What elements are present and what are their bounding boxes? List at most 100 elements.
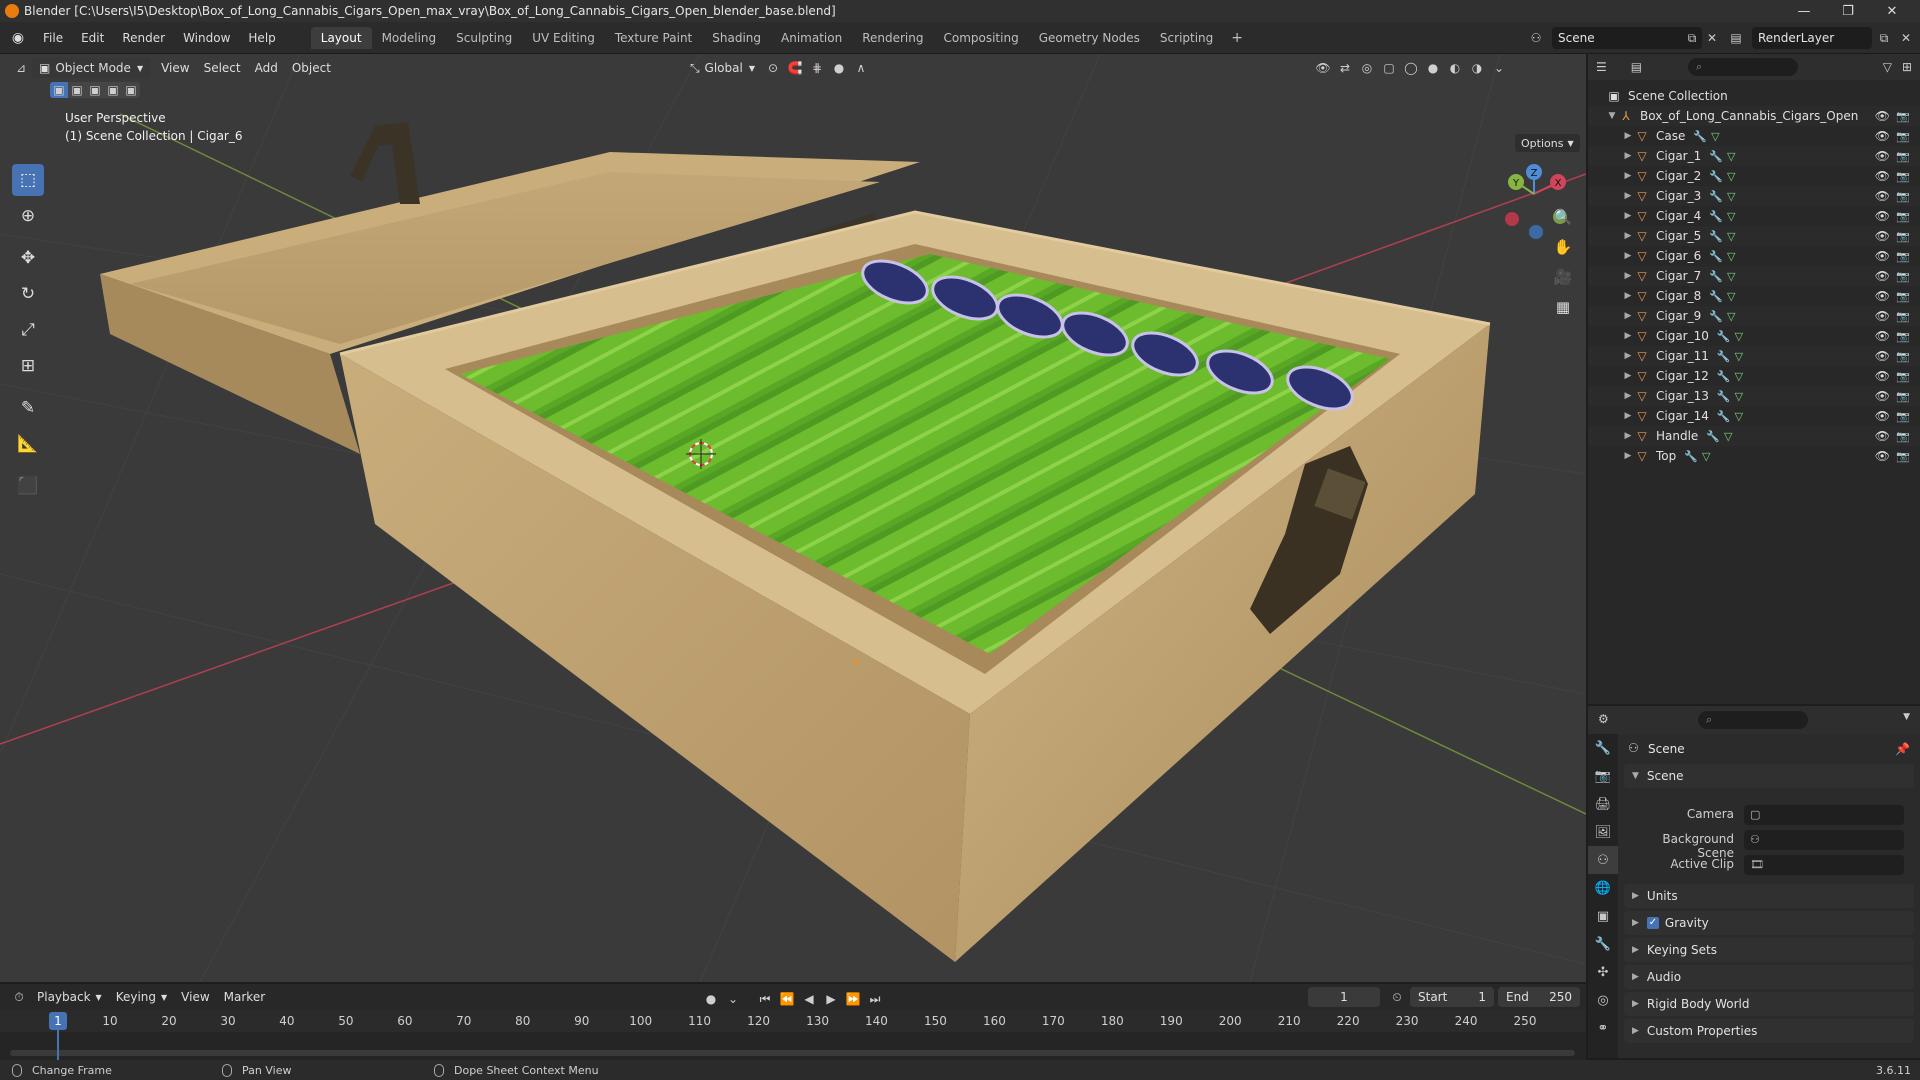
maximize-button[interactable]: ❐ (1826, 0, 1870, 22)
minimize-button[interactable]: — (1782, 0, 1826, 22)
modifier-wrench-icon[interactable]: 🔧 (1717, 410, 1731, 423)
outliner-object-row[interactable]: ▶ ▽ Case 🔧 ▽ 👁 📷 (1588, 126, 1920, 146)
expand-arrow-icon[interactable]: ▶ (1622, 311, 1634, 321)
jump-end-icon[interactable]: ⏭ (864, 989, 886, 1009)
active-clip-field[interactable]: 🎞 (1744, 855, 1904, 875)
expand-arrow-icon[interactable]: ▼ (1606, 111, 1618, 121)
3d-viewport[interactable]: Z X Y User Perspective (1) Scene Collect… (0, 54, 1586, 982)
mesh-data-icon[interactable]: ▽ (1727, 290, 1735, 303)
outliner-object-row[interactable]: ▶ ▽ Cigar_2 🔧 ▽ 👁 📷 (1588, 166, 1920, 186)
annotate-tool[interactable]: ✎ (12, 392, 44, 424)
eye-icon[interactable]: 👁 (1875, 289, 1890, 303)
camera-render-icon[interactable]: 📷 (1896, 410, 1910, 423)
timeline-track[interactable] (0, 1032, 1586, 1060)
eye-icon[interactable]: 👁 (1875, 169, 1890, 183)
cursor-tool[interactable]: ⊕ (12, 200, 44, 232)
modifier-wrench-icon[interactable]: 🔧 (1709, 250, 1723, 263)
modifier-wrench-icon[interactable]: 🔧 (1717, 350, 1731, 363)
eye-icon[interactable]: 👁 (1875, 249, 1890, 263)
menu-render[interactable]: Render (113, 31, 174, 45)
outliner-object-row[interactable]: ▶ ▽ Cigar_1 🔧 ▽ 👁 📷 (1588, 146, 1920, 166)
modifier-wrench-icon[interactable]: 🔧 (1709, 190, 1723, 203)
camera-render-icon[interactable]: 📷 (1896, 450, 1910, 463)
tab-physics[interactable]: ◎ (1588, 986, 1618, 1014)
menu-keying[interactable]: Keying ▼ (109, 987, 174, 1007)
outliner-object-row[interactable]: ▶ ▽ Cigar_14 🔧 ▽ 👁 📷 (1588, 406, 1920, 426)
camera-render-icon[interactable]: 📷 (1896, 310, 1910, 323)
eye-icon[interactable]: 👁 (1875, 349, 1890, 363)
mesh-data-icon[interactable]: ▽ (1702, 450, 1710, 463)
record-icon[interactable]: ● (700, 989, 722, 1009)
add-cube-tool[interactable]: ⬛ (12, 470, 44, 502)
mode-dropdown[interactable]: ▣ Object Mode ▼ (32, 58, 151, 78)
mesh-data-icon[interactable]: ▽ (1727, 190, 1735, 203)
modifier-wrench-icon[interactable]: 🔧 (1709, 230, 1723, 243)
proportional-edit-icon[interactable]: ● (828, 58, 850, 78)
tab-object[interactable]: ▣ (1588, 902, 1618, 930)
camera-view-icon[interactable]: 🎥 (1550, 264, 1576, 290)
camera-render-icon[interactable]: 📷 (1896, 290, 1910, 303)
eye-icon[interactable]: 👁 (1875, 269, 1890, 283)
menu-playback[interactable]: Playback ▼ (30, 987, 109, 1007)
tab-scene[interactable]: ⚇ (1588, 846, 1618, 874)
outliner-search-input[interactable]: ⌕ (1688, 58, 1798, 76)
transform-tool[interactable]: ⊞ (12, 350, 44, 382)
mesh-data-icon[interactable]: ▽ (1727, 270, 1735, 283)
select-subtract-icon[interactable]: ▣ (86, 82, 104, 98)
view-layer-field[interactable]: RenderLayer (1752, 27, 1872, 49)
camera-render-icon[interactable]: 📷 (1896, 270, 1910, 283)
camera-render-icon[interactable]: 📷 (1896, 330, 1910, 343)
visibility-icon[interactable]: 👁 (1312, 58, 1334, 78)
menu-view[interactable]: View (154, 58, 196, 78)
mesh-data-icon[interactable]: ▽ (1735, 330, 1743, 343)
eye-icon[interactable]: 👁 (1875, 369, 1890, 383)
tab-sculpting[interactable]: Sculpting (446, 27, 522, 49)
modifier-wrench-icon[interactable]: 🔧 (1709, 150, 1723, 163)
mesh-data-icon[interactable]: ▽ (1727, 170, 1735, 183)
modifier-wrench-icon[interactable]: 🔧 (1717, 370, 1731, 383)
tab-particles[interactable]: ✣ (1588, 958, 1618, 986)
properties-search-input[interactable]: ⌕ (1698, 711, 1808, 729)
end-frame-field[interactable]: End 250 (1498, 987, 1580, 1007)
panel-rigid-body-header[interactable]: ▶ Rigid Body World (1624, 992, 1914, 1016)
expand-arrow-icon[interactable]: ▶ (1622, 371, 1634, 381)
expand-arrow-icon[interactable]: ▶ (1622, 411, 1634, 421)
record-options-icon[interactable]: ⌄ (722, 989, 744, 1009)
outliner-object-row[interactable]: ▶ ▽ Cigar_6 🔧 ▽ 👁 📷 (1588, 246, 1920, 266)
filter-icon[interactable]: ▽ (1883, 60, 1892, 74)
shading-options-icon[interactable]: ⌄ (1488, 58, 1510, 78)
select-invert-icon[interactable]: ▣ (104, 82, 122, 98)
panel-audio-header[interactable]: ▶ Audio (1624, 965, 1914, 989)
outliner-object-row[interactable]: ▶ ▽ Cigar_9 🔧 ▽ 👁 📷 (1588, 306, 1920, 326)
modifier-wrench-icon[interactable]: 🔧 (1684, 450, 1698, 463)
eye-icon[interactable]: 👁 (1875, 229, 1890, 243)
eye-icon[interactable]: 👁 (1875, 329, 1890, 343)
rendered-shading-icon[interactable]: ◑ (1466, 58, 1488, 78)
outliner-object-row[interactable]: ▶ ▽ Cigar_13 🔧 ▽ 👁 📷 (1588, 386, 1920, 406)
mesh-data-icon[interactable]: ▽ (1735, 390, 1743, 403)
transform-orientation-dropdown[interactable]: ⤡ Global ▼ (683, 58, 762, 78)
eye-icon[interactable]: 👁 (1875, 309, 1890, 323)
tab-shading[interactable]: Shading (702, 27, 771, 49)
outliner-object-row[interactable]: ▶ ▽ Cigar_3 🔧 ▽ 👁 📷 (1588, 186, 1920, 206)
overlay-toggle-icon[interactable]: ◎ (1356, 58, 1378, 78)
prev-keyframe-icon[interactable]: ⏪ (776, 989, 798, 1009)
outliner-object-row[interactable]: ▶ ▽ Cigar_8 🔧 ▽ 👁 📷 (1588, 286, 1920, 306)
mesh-data-icon[interactable]: ▽ (1735, 350, 1743, 363)
tab-world[interactable]: 🌐 (1588, 874, 1618, 902)
outliner-object-row[interactable]: ▶ ▽ Cigar_5 🔧 ▽ 👁 📷 (1588, 226, 1920, 246)
rotate-tool[interactable]: ↻ (12, 278, 44, 310)
modifier-wrench-icon[interactable]: 🔧 (1709, 170, 1723, 183)
falloff-icon[interactable]: ∧ (850, 58, 872, 78)
background-scene-field[interactable]: ⚇ (1744, 830, 1904, 850)
outliner-collection-row[interactable]: ▼ ⅄ Box_of_Long_Cannabis_Cigars_Open 👁 📷 (1588, 106, 1920, 126)
new-scene-icon[interactable]: ⧉ (1682, 28, 1702, 48)
camera-render-icon[interactable]: 📷 (1896, 130, 1910, 143)
tab-view-layer[interactable]: 🖼 (1588, 818, 1618, 846)
material-shading-icon[interactable]: ◐ (1444, 58, 1466, 78)
eye-icon[interactable]: 👁 (1875, 429, 1890, 443)
expand-arrow-icon[interactable]: ▶ (1622, 231, 1634, 241)
outliner-object-row[interactable]: ▶ ▽ Cigar_7 🔧 ▽ 👁 📷 (1588, 266, 1920, 286)
play-reverse-icon[interactable]: ◀ (798, 989, 820, 1009)
gizmo-toggle-icon[interactable]: ⇄ (1334, 58, 1356, 78)
